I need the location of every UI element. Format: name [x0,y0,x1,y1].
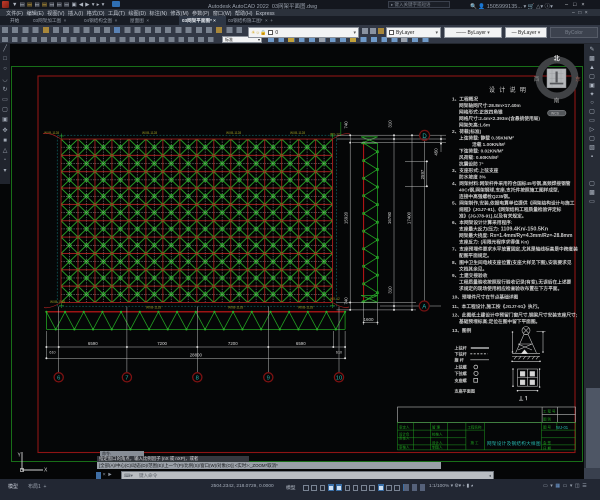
svg-text:审定人: 审定人 [399,425,410,430]
svg-text:制图人: 制图人 [432,445,443,450]
svg-text:1、工程概况: 1、工程概况 [452,96,478,103]
svg-text:北: 北 [554,55,560,63]
svg-text:740: 740 [343,121,348,129]
svg-text:下弦荷载: 0.02KN/M²: 下弦荷载: 0.02KN/M² [459,148,504,155]
svg-text:抗震设防 7°: 抗震设防 7° [459,161,484,168]
svg-text:2597: 2597 [420,169,425,179]
svg-text:2、荷载(标准): 2、荷载(标准) [452,128,482,135]
svg-text:施 工: 施 工 [471,440,479,445]
svg-text:准》(JGJ78-91),以及有关规定。: 准》(JGJ78-91),以及有关规定。 [459,213,526,220]
svg-text:3、支座形式:上弦支座: 3、支座形式:上弦支座 [452,167,499,174]
svg-text:校核人: 校核人 [432,431,443,436]
svg-text:南: 南 [554,97,560,105]
svg-text:设计人: 设计人 [432,440,443,445]
svg-text:12、此图纸土建设计中预留门窗尺寸,钢梁尺寸安装支座尺寸;: 12、此图纸土建设计中预留门窗尺寸,钢梁尺寸安装支座尺寸; [452,312,578,319]
svg-text:WXB-1128: WXB-1128 [298,306,313,310]
svg-text:网格尺寸:2.4m×2.393m(含悬挑使用局): 网格尺寸:2.4m×2.393m(含悬挑使用局) [459,115,540,122]
svg-text:支座螺: 支座螺 [454,377,468,383]
svg-text:WJ-01: WJ-01 [556,425,569,430]
svg-text:WXB-1128: WXB-1128 [228,306,243,310]
svg-text:基础预埋标高;定位在图中留下平面图。: 基础预埋标高;定位在图中留下平面图。 [458,318,540,325]
svg-text:450: 450 [434,148,439,156]
svg-text:740: 740 [343,297,348,305]
svg-text:图 号: 图 号 [543,425,551,430]
svg-text:工程名称: 工程名称 [468,425,482,430]
svg-text:防水坡度 3%: 防水坡度 3% [459,174,487,181]
svg-text:审核人: 审核人 [399,444,410,449]
svg-text:6: 6 [57,376,60,382]
svg-text:8、图中卫生间电线支座位置(支座大样见下图),安装要求见: 8、图中卫生间电线支座位置(支座大样见下图),安装要求见 [452,259,572,266]
svg-text:9: 9 [267,376,270,382]
svg-text:图 别: 图 别 [543,416,551,421]
svg-text:X: X [44,468,48,474]
svg-text:5、网架制作,安装,依据电算单位提供《网架结构设计与施工: 5、网架制作,安装,依据电算单位提供《网架结构设计与施工 [452,200,575,207]
svg-text:WX-12: WX-12 [330,297,340,301]
svg-text:11、本工程设计,施工按《JGJ7-91》执行。: 11、本工程设计,施工按《JGJ7-91》执行。 [452,303,542,310]
svg-text:求规定的现场使用相应检查验收布置在下方平面。: 求规定的现场使用相应检查验收布置在下方平面。 [459,285,562,292]
svg-text:工 程 号: 工 程 号 [543,409,556,414]
svg-text:腹 杆: 腹 杆 [455,357,465,363]
svg-text:支座平面图: 支座平面图 [454,388,475,394]
svg-text:会 签: 会 签 [543,440,551,445]
svg-text:连接中高强螺栓Q235钢。: 连接中高强螺栓Q235钢。 [459,193,513,200]
svg-text:6590: 6590 [88,341,98,346]
svg-text:上弦螺: 上弦螺 [455,363,468,369]
svg-text:WXB-1128: WXB-1128 [226,131,241,135]
svg-text:15920: 15920 [343,211,348,224]
svg-text:上弦杆: 上弦杆 [455,345,468,351]
svg-text:16780: 16780 [387,211,392,224]
svg-text:310: 310 [387,286,392,294]
svg-text:D: D [422,134,427,140]
svg-text:7、支座预埋件要求水平放置固定,尤其是轴线标高是中跨度装: 7、支座预埋件要求水平放置固定,尤其是轴线标高是中跨度装 [452,246,578,253]
svg-text:东: 东 [575,75,581,83]
svg-text:6、本网架设计计算采用程序:: 6、本网架设计计算采用程序: [452,219,513,226]
svg-text:WCS: WCS [551,112,560,116]
svg-text:活载 1.00KN/M²: 活载 1.00KN/M² [472,141,506,148]
svg-text:40Cr钢,网架钢球,支座,支托件按照施工图样成型,: 40Cr钢,网架钢球,支座,支托件按照施工图样成型, [459,187,559,194]
svg-text:文档其余见。: 文档其余见。 [459,266,487,273]
svg-text:28800: 28800 [190,353,203,358]
svg-text:13、图例: 13、图例 [452,327,472,334]
svg-text:管 理: 管 理 [432,425,440,430]
svg-text:9、土建交接验收: 9、土建交接验收 [452,272,488,279]
svg-text:7: 7 [125,376,128,382]
svg-text:WXB-1128: WXB-1128 [50,300,65,304]
svg-text:设计说明: 设计说明 [489,86,530,94]
svg-text:支座反力: (用限元程序求得值 Kn): 支座反力: (用限元程序求得值 Kn) [458,239,529,246]
svg-text:WXB-1128: WXB-1128 [146,306,161,310]
svg-text:1600: 1600 [363,317,374,322]
svg-text:310: 310 [387,120,392,128]
svg-text:风荷载: 0.60KN/M²: 风荷载: 0.60KN/M² [459,154,499,161]
svg-text:17400: 17400 [406,211,411,224]
svg-text:配图平面规定。: 配图平面规定。 [459,252,492,259]
svg-text:10、预埋件尺寸在节点基础详图: 10、预埋件尺寸在节点基础详图 [452,294,518,301]
svg-text:工程质量验收按照现行验收记录(有变),无误后在上述要: 工程质量验收按照现行验收记录(有变),无误后在上述要 [459,279,572,286]
svg-text:网架轴网尺寸:28.8m×17.40m: 网架轴网尺寸:28.8m×17.40m [459,102,521,109]
svg-text:WXB-1128: WXB-1128 [142,131,157,135]
svg-text:A: A [422,304,426,310]
svg-text:Y: Y [18,453,22,459]
svg-text:下弦杆: 下弦杆 [455,351,468,357]
svg-text:8: 8 [196,376,199,382]
svg-text:7200: 7200 [157,341,167,346]
svg-text:网格形式:正放四角锥: 网格形式:正放四角锥 [459,109,503,116]
svg-text:网架矢高:1.6m: 网架矢高:1.6m [459,122,490,129]
svg-text:610: 610 [49,351,55,355]
svg-text:WXB-1128: WXB-1128 [290,131,305,135]
svg-text:610: 610 [336,351,342,355]
svg-text:4、网架材料:网架杆件采用符合国标45号钢,高频焊接钢管: 4、网架材料:网架杆件采用符合国标45号钢,高频焊接钢管 [452,180,571,187]
svg-text:7200: 7200 [228,341,238,346]
svg-text:规程》(JGJ7-91),《网架结构工程质量检验评定标: 规程》(JGJ7-91),《网架结构工程质量检验评定标 [459,206,562,213]
svg-text:10: 10 [336,376,342,382]
svg-text:责任人: 责任人 [399,435,410,440]
svg-text:网架设计及钢结构大样图: 网架设计及钢结构大样图 [487,440,541,447]
svg-text:上弦荷载: 静载 0.35KN/M²: 上弦荷载: 静载 0.35KN/M² [459,135,514,142]
svg-text:西: 西 [534,76,540,83]
svg-text:6590: 6590 [296,341,306,346]
svg-text:网架最大挠度: Rx=1.4mm/Ry=4.3mm/Rz=-: 网架最大挠度: Rx=1.4mm/Ry=4.3mm/Rz=-28.8mm [459,232,573,239]
svg-text:日 期: 日 期 [543,445,551,450]
svg-text:下弦螺: 下弦螺 [455,370,468,376]
svg-text:支座最大反力/压力: 1109.4Kn/-150.5Kn: 支座最大反力/压力: 1109.4Kn/-150.5Kn [458,226,548,233]
